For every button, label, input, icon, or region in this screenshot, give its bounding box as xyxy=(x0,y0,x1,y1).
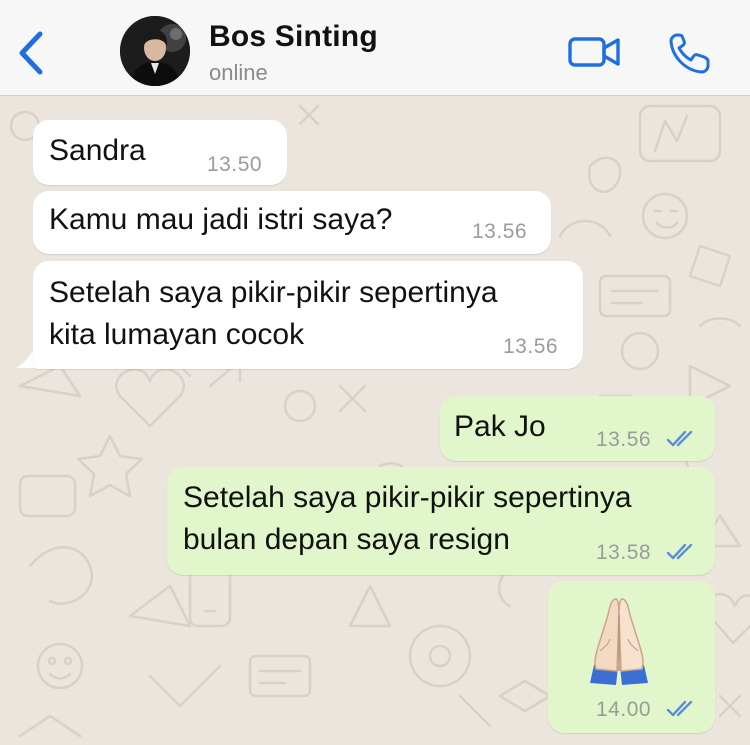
message-time: 14.00 xyxy=(596,698,652,721)
message-bubble-incoming[interactable]: Setelah saya pikir-pikir sepertinya kita… xyxy=(33,261,583,369)
read-ticks-icon xyxy=(666,700,693,717)
read-ticks-icon xyxy=(666,543,693,560)
video-camera-icon[interactable] xyxy=(567,34,621,70)
message-time: 13.56 xyxy=(503,335,559,358)
chevron-left-icon[interactable] xyxy=(14,30,48,76)
message-bubble-outgoing[interactable]: Setelah saya pikir-pikir sepertinya bula… xyxy=(167,467,715,575)
message-bubble-incoming[interactable]: Sandra 13.50 xyxy=(33,120,287,185)
message-text: Setelah saya pikir-pikir sepertinya kita… xyxy=(49,276,498,351)
message-text: Sandra xyxy=(49,134,146,167)
contact-status: online xyxy=(209,60,268,85)
phone-icon[interactable] xyxy=(668,31,712,75)
message-time: 13.56 xyxy=(596,428,652,451)
message-text: Setelah saya pikir-pikir sepertinya bula… xyxy=(183,481,632,556)
message-bubble-incoming[interactable]: Kamu mau jadi istri saya? 13.56 xyxy=(33,191,551,254)
message-time: 13.58 xyxy=(596,541,652,564)
message-bubble-outgoing[interactable]: 14.00 xyxy=(548,581,715,733)
chat-header: Bos Sinting online xyxy=(0,0,750,96)
message-bubble-outgoing[interactable]: Pak Jo 13.56 xyxy=(440,396,715,461)
read-ticks-icon xyxy=(666,430,693,447)
message-time: 13.56 xyxy=(472,220,528,243)
folded-hands-emoji xyxy=(590,598,648,685)
message-time: 13.50 xyxy=(207,153,263,176)
avatar[interactable] xyxy=(120,16,190,86)
contact-name[interactable]: Bos Sinting xyxy=(209,20,378,54)
message-text: Kamu mau jadi istri saya? xyxy=(49,203,393,236)
message-text: Pak Jo xyxy=(454,410,546,443)
chat-area[interactable]: Sandra 13.50 Kamu mau jadi istri saya? 1… xyxy=(0,96,750,745)
